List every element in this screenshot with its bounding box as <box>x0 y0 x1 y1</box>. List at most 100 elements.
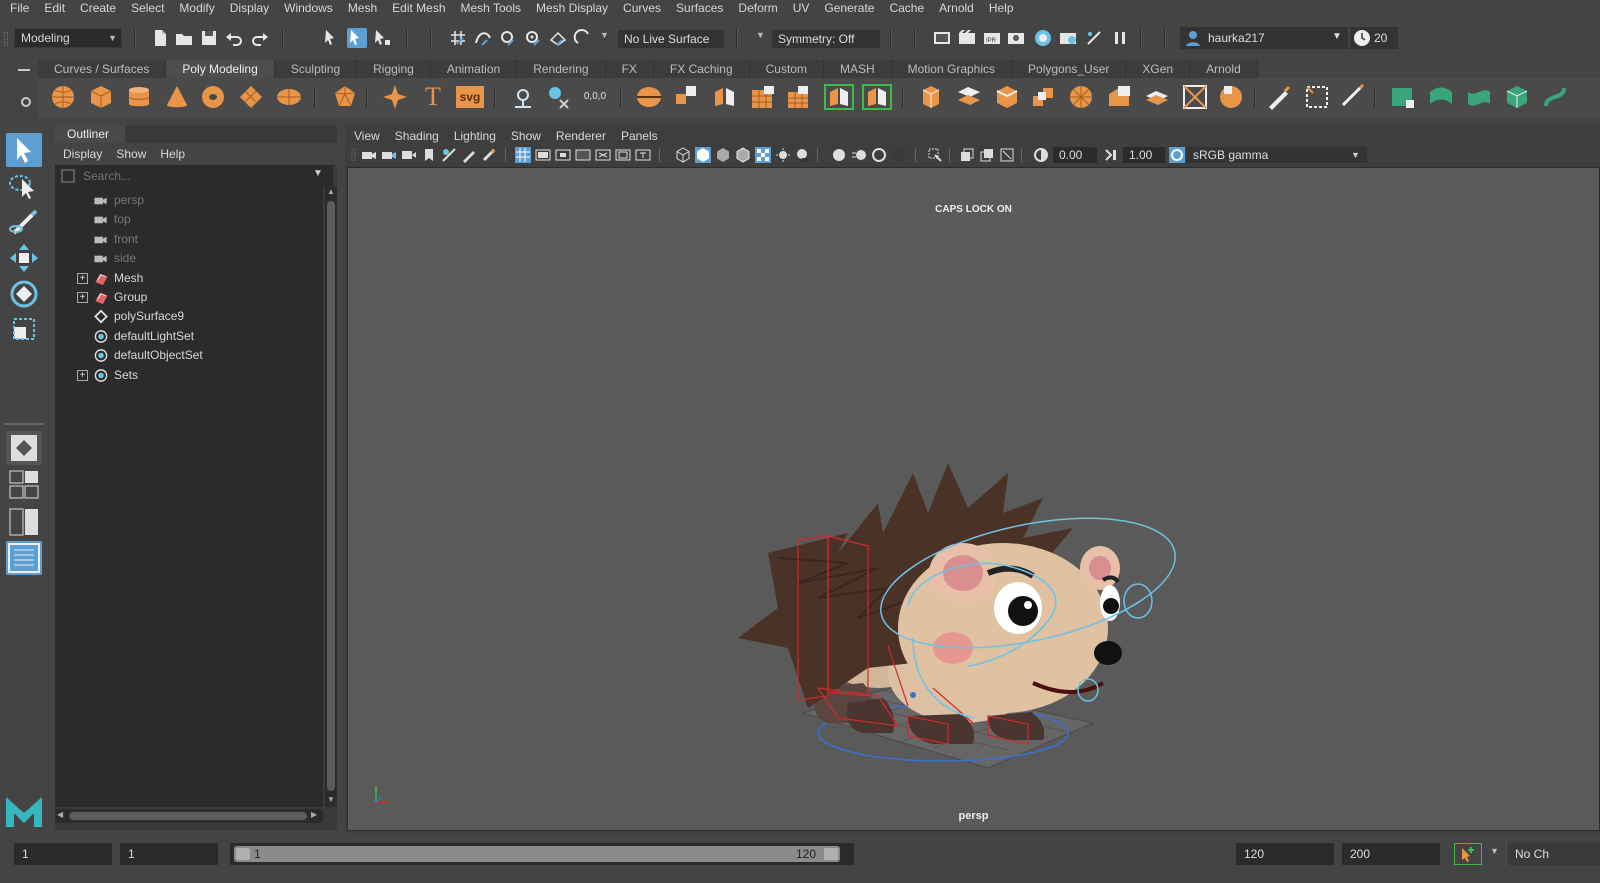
3d-viewport[interactable]: CAPS LOCK ON persp <box>347 167 1600 831</box>
open-scene-icon[interactable] <box>174 28 194 48</box>
scale-tool-button[interactable] <box>6 313 42 347</box>
mesh-cleanup-icon[interactable] <box>546 84 572 110</box>
resolution-gate-icon[interactable] <box>555 147 571 163</box>
safe-action-icon[interactable] <box>615 147 631 163</box>
viewport-menu-renderer[interactable]: Renderer <box>556 129 606 145</box>
outliner-vertical-scrollbar[interactable]: ▲ ▼ <box>325 187 337 807</box>
range-slider[interactable]: 1 120 <box>230 843 854 865</box>
poly-svg-icon[interactable]: svg <box>456 86 484 108</box>
range-slider-handle[interactable]: 1 120 <box>234 846 840 862</box>
scroll-right-arrow-icon[interactable]: ▶ <box>311 810 317 819</box>
shelf-tab-xgen[interactable]: XGen <box>1126 60 1191 78</box>
textured-icon[interactable] <box>755 147 771 163</box>
menu-create[interactable]: Create <box>80 1 116 15</box>
playback-end-field[interactable]: 120 <box>1236 843 1334 865</box>
select-hierarchy-icon[interactable] <box>322 28 342 48</box>
menu-arnold[interactable]: Arnold <box>939 1 974 15</box>
rotate-tool-button[interactable] <box>6 277 42 311</box>
wireframe-icon[interactable] <box>675 147 691 163</box>
save-scene-icon[interactable] <box>199 28 219 48</box>
expand-icon[interactable]: + <box>77 272 88 284</box>
fill-hole-icon[interactable] <box>1218 84 1244 110</box>
poly-cone-icon[interactable] <box>164 84 190 110</box>
viewport-menu-view[interactable]: View <box>354 129 380 145</box>
chevron-down-icon[interactable]: ▼ <box>600 30 609 40</box>
user-account-dropdown[interactable]: haurka217 ▼ <box>1180 27 1348 49</box>
outliner-item[interactable]: defaultObjectSet <box>55 346 323 365</box>
viewport-menu-panels[interactable]: Panels <box>621 129 658 145</box>
shelf-tab-custom[interactable]: Custom <box>749 60 824 78</box>
booleans-icon[interactable] <box>786 84 812 110</box>
poly-cylinder-icon[interactable] <box>126 84 152 110</box>
camera-attributes-icon[interactable] <box>381 147 397 163</box>
shelf-tab-mash[interactable]: MASH <box>823 60 892 78</box>
shelf-tab-polygons-user[interactable]: Polygons_User <box>1012 60 1127 78</box>
deform-twist-icon[interactable] <box>1542 84 1568 110</box>
outliner-menu-display[interactable]: Display <box>63 147 102 161</box>
shelf-tab-rendering[interactable]: Rendering <box>517 60 606 78</box>
expand-icon[interactable]: + <box>77 369 88 381</box>
symmetry-field[interactable]: Symmetry: Off <box>772 30 880 48</box>
range-end-grip[interactable] <box>824 848 838 860</box>
platonic-solid-icon[interactable] <box>332 84 358 110</box>
two-d-pan-zoom-icon[interactable] <box>441 147 457 163</box>
bridge-icon[interactable] <box>956 84 982 110</box>
make-live-icon[interactable] <box>573 28 593 48</box>
reset-transform-icon[interactable]: 0,0,0 <box>580 82 610 108</box>
grid-toggle-icon[interactable] <box>515 147 531 163</box>
snap-to-grid-icon[interactable] <box>448 28 468 48</box>
outliner-item[interactable]: side <box>55 249 323 268</box>
shelf-tab-fx[interactable]: FX <box>605 60 654 78</box>
xray-joints-icon[interactable] <box>979 147 995 163</box>
redo-icon[interactable] <box>250 28 270 48</box>
exposure-icon[interactable] <box>1033 147 1049 163</box>
outliner-item[interactable]: polySurface9 <box>55 307 323 326</box>
deform-square-icon[interactable] <box>1390 84 1416 110</box>
bookmarks-icon[interactable] <box>401 147 417 163</box>
outliner-horizontal-scrollbar[interactable]: ◀ ▶ <box>55 809 323 823</box>
select-object-icon[interactable] <box>347 28 367 48</box>
mirror-icon[interactable] <box>824 84 854 110</box>
extrude-icon[interactable] <box>918 84 944 110</box>
deform-lattice-icon[interactable] <box>1504 84 1530 110</box>
auto-key-button[interactable] <box>1454 843 1482 865</box>
paint-select-tool-button[interactable] <box>6 205 42 239</box>
snap-to-view-plane-icon[interactable] <box>548 28 568 48</box>
snap-to-curve-icon[interactable] <box>473 28 493 48</box>
multi-cut-icon[interactable] <box>1068 84 1094 110</box>
outliner-search-input[interactable] <box>83 167 303 185</box>
motion-blur-icon[interactable] <box>851 147 867 163</box>
animation-start-field[interactable]: 1 <box>14 843 112 865</box>
grease-pencil-tool-icon[interactable] <box>481 147 497 163</box>
multisample-aa-icon[interactable] <box>871 147 887 163</box>
expand-icon[interactable]: + <box>77 292 88 303</box>
outliner-item[interactable]: defaultLightSet <box>55 327 323 346</box>
character-set-field[interactable]: No Ch <box>1506 843 1600 865</box>
insert-edge-loop-icon[interactable] <box>1106 84 1132 110</box>
xray-active-components-icon[interactable] <box>999 147 1015 163</box>
live-surface-field[interactable]: No Live Surface <box>618 30 724 48</box>
wireframe-on-shaded-icon[interactable] <box>735 147 751 163</box>
menu-uv[interactable]: UV <box>793 1 810 15</box>
sculpt-brush-icon[interactable] <box>1266 84 1292 110</box>
color-space-dropdown[interactable]: sRGB gamma ▼ <box>1187 147 1367 163</box>
extract-icon[interactable] <box>712 84 738 110</box>
range-start-grip[interactable] <box>236 848 250 860</box>
append-to-polygon-icon[interactable] <box>1030 84 1056 110</box>
scrollbar-thumb[interactable] <box>327 201 335 791</box>
poly-type-icon[interactable]: T <box>420 84 446 110</box>
ipr-render-icon[interactable]: IPR <box>982 28 1002 48</box>
scroll-left-arrow-icon[interactable]: ◀ <box>57 810 63 819</box>
single-perspective-layout-button[interactable] <box>6 431 42 465</box>
view-transform-toggle-icon[interactable] <box>1169 147 1185 163</box>
select-tool-button[interactable] <box>6 133 42 167</box>
poly-plane-icon[interactable] <box>238 84 264 110</box>
scroll-down-arrow-icon[interactable]: ▼ <box>327 795 335 804</box>
viewport-menu-show[interactable]: Show <box>511 129 541 145</box>
menu-mesh-display[interactable]: Mesh Display <box>536 1 608 15</box>
shelf-menu-icon[interactable] <box>18 69 30 71</box>
xray-icon[interactable] <box>959 147 975 163</box>
outliner-layout-button[interactable] <box>6 541 42 575</box>
search-options-chevron-icon[interactable]: ▼ <box>313 168 323 179</box>
chevron-down-icon[interactable]: ▼ <box>756 30 765 40</box>
